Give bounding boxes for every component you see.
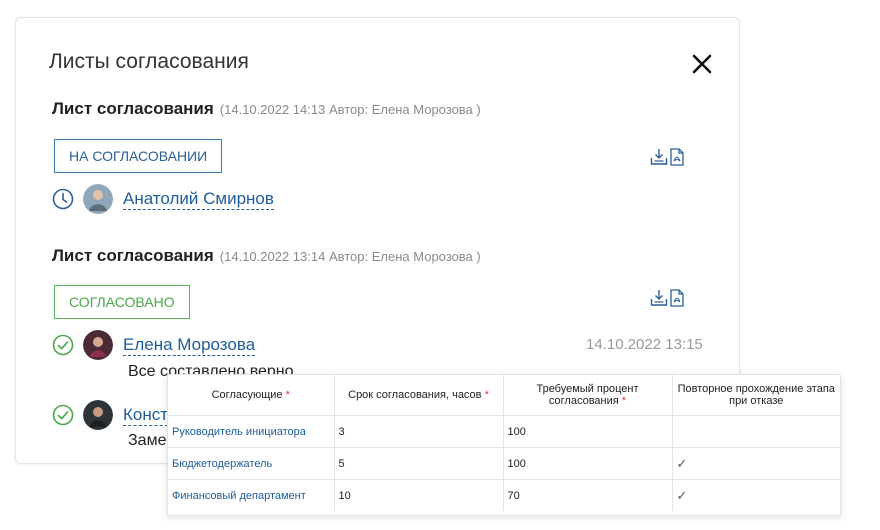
column-header: Требуемый процент согласования * [503,375,673,416]
hours-cell: 10 [334,479,504,511]
approver-row: Конст [52,400,169,430]
status-badge-pending: НА СОГЛАСОВАНИИ [54,139,223,173]
percent-cell: 100 [503,447,673,480]
pdf-icon[interactable] [670,289,684,307]
sheet-1-meta: (14.10.2022 14:13 Автор: Елена Морозова … [219,102,481,117]
clock-icon [52,188,74,210]
approver-name-link[interactable]: Конст [123,405,169,426]
download-icon[interactable] [650,148,668,166]
approval-datetime: 14.10.2022 13:15 [586,336,703,353]
approver-row: Анатолий Смирнов [52,184,274,214]
sheet-1-title: Лист согласования [52,99,214,118]
approvers-settings-table: Согласующие * Срок согласования, часов *… [167,374,841,516]
table-header-row: Согласующие * Срок согласования, часов *… [168,375,840,416]
sheet-2-doc-actions [650,289,684,307]
approver-role-link[interactable]: Финансовый департамент [168,479,335,511]
check-circle-icon [52,334,74,356]
approver-row: Елена Морозова [52,330,256,360]
percent-cell: 70 [503,479,673,511]
status-badge-approved: СОГЛАСОВАНО [54,285,190,319]
avatar [83,330,113,360]
column-header: Срок согласования, часов * [334,375,504,416]
modal-title: Листы согласования [49,50,249,73]
avatar [83,184,113,214]
repeat-check-cell: ✓ [672,447,840,480]
hours-cell: 3 [334,415,504,448]
pdf-icon[interactable] [670,148,684,166]
column-header: Согласующие * [168,375,335,416]
repeat-check-cell: ✓ [676,487,688,503]
download-icon[interactable] [650,289,668,307]
close-icon[interactable] [690,52,714,76]
sheet-1-heading: Лист согласования (14.10.2022 14:13 Автор… [52,99,481,119]
repeat-check-cell [672,415,840,448]
column-header: Повторное прохождение этапа при отказе [672,375,840,416]
hours-cell: 5 [334,447,504,480]
approval-comment: Заме [128,432,167,449]
table-row: Бюджетодержатель 5 100 ✓ [168,447,840,480]
avatar [83,400,113,430]
approver-role-link[interactable]: Бюджетодержатель [168,447,335,480]
sheet-1-doc-actions [650,148,684,166]
approver-name-link[interactable]: Анатолий Смирнов [123,189,274,210]
table-row: Финансовый департамент 10 70 ✓ [168,479,840,511]
table-row: Руководитель инициатора 3 100 [168,415,840,448]
sheet-2-meta: (14.10.2022 13:14 Автор: Елена Морозова … [219,249,481,264]
check-circle-icon [52,404,74,426]
approver-name-link[interactable]: Елена Морозова [123,335,256,356]
percent-cell: 100 [503,415,673,448]
approver-role-link[interactable]: Руководитель инициатора [168,415,335,448]
sheet-2-title: Лист согласования [52,246,214,265]
sheet-2-heading: Лист согласования (14.10.2022 13:14 Автор… [52,246,481,266]
